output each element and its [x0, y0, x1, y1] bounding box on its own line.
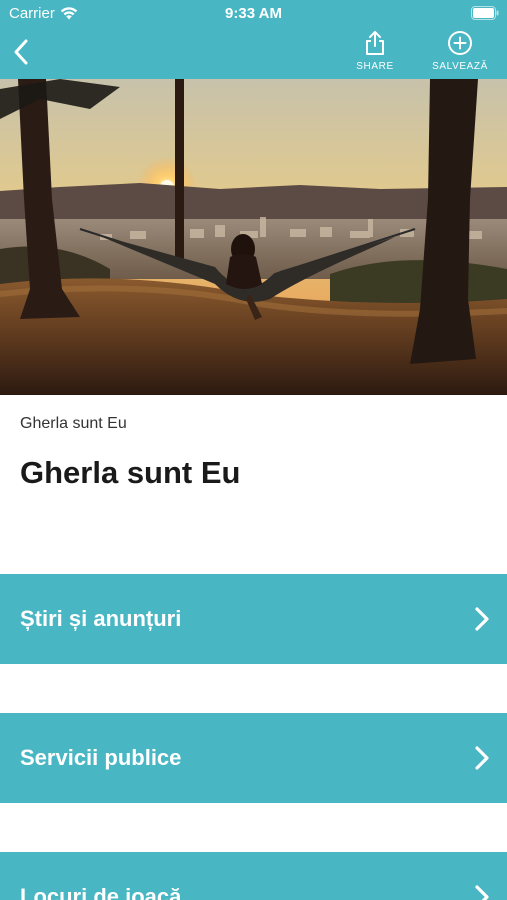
- page-title: Gherla sunt Eu: [20, 455, 241, 490]
- plus-circle-icon: [448, 31, 472, 55]
- menu-item-label: Știri și anunțuri: [20, 606, 182, 631]
- back-button[interactable]: [8, 35, 34, 69]
- battery-icon: [471, 6, 499, 20]
- status-bar: Carrier 9:33 AM: [0, 0, 507, 28]
- share-icon: [366, 31, 384, 55]
- menu-item-label: Locuri de joacă: [20, 884, 182, 900]
- menu-item-servicii[interactable]: Servicii publice: [0, 713, 507, 803]
- save-label: SALVEAZĂ: [432, 61, 488, 72]
- screen: Carrier 9:33 AM SHARE SALVEAZĂ Gherla su…: [0, 0, 507, 900]
- save-button[interactable]: SALVEAZĂ: [425, 30, 495, 72]
- share-button[interactable]: SHARE: [351, 30, 399, 72]
- chevron-left-icon: [14, 39, 28, 65]
- hero-image: [0, 79, 507, 395]
- menu-item-locuri[interactable]: Locuri de joacă: [0, 852, 507, 900]
- chevron-right-icon: [475, 746, 489, 770]
- page-subtitle: Gherla sunt Eu: [20, 415, 127, 432]
- hammock-sunset-photo: [0, 79, 507, 395]
- chevron-right-icon: [475, 607, 489, 631]
- clock: 9:33 AM: [225, 5, 282, 22]
- menu-item-stiri[interactable]: Știri și anunțuri: [0, 574, 507, 664]
- chevron-right-icon: [475, 885, 489, 900]
- top-bar: Carrier 9:33 AM SHARE SALVEAZĂ: [0, 0, 507, 79]
- share-label: SHARE: [356, 61, 394, 72]
- menu-item-label: Servicii publice: [20, 745, 182, 770]
